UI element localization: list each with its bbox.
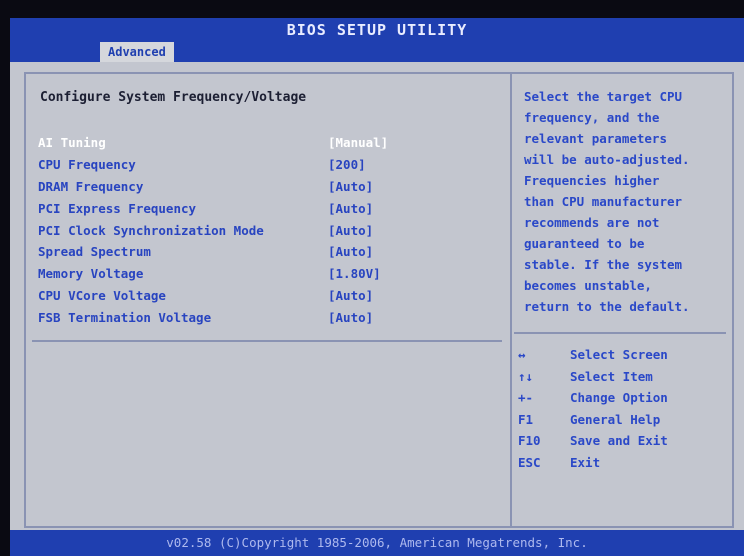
help-text: Select the target CPU frequency, and the… (524, 86, 724, 317)
key-desc: Select Screen (570, 347, 668, 363)
setting-value[interactable]: [Auto] (328, 223, 488, 238)
key-f1: F1 (518, 411, 534, 427)
setting-fsb-termination-voltage[interactable]: FSB Termination Voltage [Auto] (32, 306, 504, 328)
help-panel: Select the target CPU frequency, and the… (510, 72, 734, 528)
setting-value[interactable]: [Auto] (328, 310, 488, 325)
setting-cpu-frequency[interactable]: CPU Frequency [200] (32, 154, 504, 176)
setting-value[interactable]: [1.80V] (328, 266, 488, 281)
key-row-general-help: F1 General Help (516, 409, 726, 431)
setting-label: Spread Spectrum (38, 244, 151, 260)
key-desc: Select Item (570, 368, 653, 384)
setting-label: FSB Termination Voltage (38, 309, 212, 325)
help-line: guaranteed to be (524, 236, 645, 251)
key-row-change-option: +- Change Option (516, 387, 726, 409)
settings-panel: Configure System Frequency/Voltage AI Tu… (24, 72, 512, 528)
setting-value[interactable]: [Manual] (328, 135, 488, 150)
key-desc: General Help (570, 411, 661, 427)
help-line: return to the default. (524, 299, 690, 314)
tab-advanced[interactable]: Advanced (100, 42, 174, 62)
tab-bar: Advanced (10, 42, 744, 62)
bios-title: BIOS SETUP UTILITY (10, 18, 744, 42)
key-desc: Change Option (570, 390, 668, 406)
setting-dram-frequency[interactable]: DRAM Frequency [Auto] (32, 176, 504, 198)
key-row-select-item: ↑↓ Select Item (516, 366, 726, 388)
help-line: stable. If the system (524, 257, 683, 272)
help-line: frequency, and the (524, 110, 660, 125)
setting-label: AI Tuning (38, 135, 106, 151)
copyright-footer: v02.58 (C)Copyright 1985-2006, American … (10, 530, 744, 556)
help-divider (514, 332, 726, 334)
setting-label: CPU Frequency (38, 157, 136, 173)
setting-label: PCI Express Frequency (38, 200, 197, 216)
setting-label: DRAM Frequency (38, 178, 144, 194)
help-line: than CPU manufacturer (524, 194, 683, 209)
key-row-select-screen: ↔ Select Screen (516, 344, 726, 366)
key-row-exit: ESC Exit (516, 452, 726, 474)
help-line: will be auto-adjusted. (524, 152, 690, 167)
key-legend: ↔ Select Screen ↑↓ Select Item +- Change… (516, 344, 726, 473)
settings-list: AI Tuning [Manual] CPU Frequency [200] D… (32, 132, 504, 328)
bios-screen: BIOS SETUP UTILITY Advanced Configure Sy… (0, 0, 744, 556)
key-left-right-icon: ↔ (518, 347, 526, 363)
key-row-save-exit: F10 Save and Exit (516, 430, 726, 452)
setting-value[interactable]: [Auto] (328, 201, 488, 216)
key-up-down-icon: ↑↓ (518, 368, 534, 384)
setting-spread-spectrum[interactable]: Spread Spectrum [Auto] (32, 241, 504, 263)
help-line: Frequencies higher (524, 173, 660, 188)
help-line: relevant parameters (524, 131, 667, 146)
help-line: recommends are not (524, 215, 660, 230)
setting-label: CPU VCore Voltage (38, 287, 166, 303)
setting-memory-voltage[interactable]: Memory Voltage [1.80V] (32, 263, 504, 285)
setting-label: PCI Clock Synchronization Mode (38, 222, 264, 238)
setting-value[interactable]: [Auto] (328, 244, 488, 259)
setting-value[interactable]: [Auto] (328, 179, 488, 194)
settings-divider (32, 340, 502, 342)
setting-ai-tuning[interactable]: AI Tuning [Manual] (32, 132, 504, 154)
key-plus-minus-icon: +- (518, 390, 534, 406)
help-line: Select the target CPU (524, 89, 683, 104)
setting-pci-express-frequency[interactable]: PCI Express Frequency [Auto] (32, 197, 504, 219)
setting-pci-clock-sync[interactable]: PCI Clock Synchronization Mode [Auto] (32, 219, 504, 241)
setting-value[interactable]: [Auto] (328, 288, 488, 303)
help-line: becomes unstable, (524, 278, 652, 293)
key-f10: F10 (518, 433, 541, 449)
setting-value[interactable]: [200] (328, 157, 488, 172)
setting-cpu-vcore-voltage[interactable]: CPU VCore Voltage [Auto] (32, 285, 504, 307)
key-desc: Save and Exit (570, 433, 668, 449)
key-desc: Exit (570, 454, 601, 470)
setting-label: Memory Voltage (38, 266, 144, 282)
main-panel: Configure System Frequency/Voltage AI Tu… (10, 62, 744, 530)
key-esc: ESC (518, 454, 541, 470)
section-title: Configure System Frequency/Voltage (40, 90, 307, 105)
